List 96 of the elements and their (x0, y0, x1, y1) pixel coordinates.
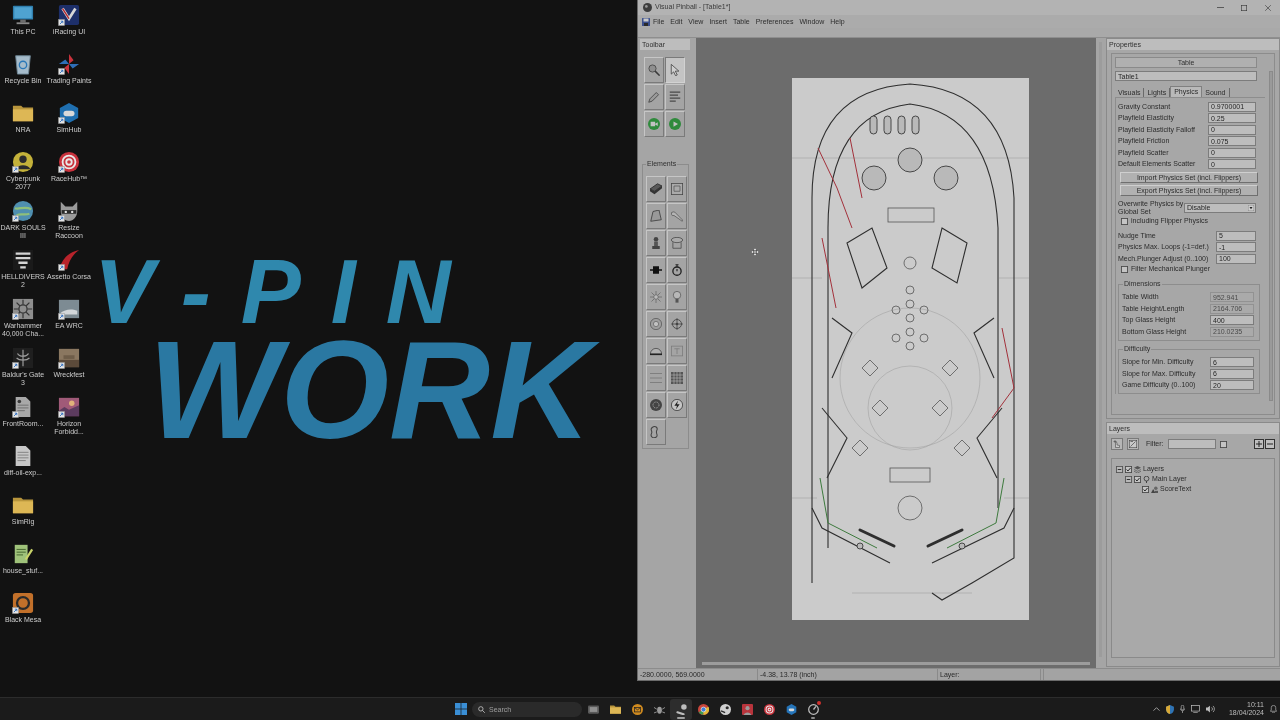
crossed-box-icon (1129, 440, 1137, 448)
monitor-icon[interactable] (12, 4, 34, 26)
pointer-arrow-button[interactable] (665, 57, 685, 83)
dome-button[interactable] (646, 338, 666, 364)
gamepad-hexagon-icon (785, 703, 797, 715)
ramp-button[interactable] (646, 203, 666, 229)
layer-checkbox[interactable] (1134, 475, 1141, 483)
close-icon (1265, 4, 1271, 11)
notepad-icon[interactable] (12, 543, 34, 565)
ring-icon (650, 318, 662, 330)
play-icon (669, 118, 681, 130)
app-logo-icon (643, 3, 652, 12)
crosshair-icon (671, 318, 683, 330)
microphone-icon[interactable] (1179, 705, 1185, 713)
bumper-icon (671, 237, 683, 249)
collapse-box-icon[interactable] (1125, 475, 1132, 483)
pointer-hand-button[interactable] (1111, 438, 1123, 450)
grid-icon (671, 372, 683, 384)
avatar-tile-icon (741, 703, 753, 715)
grid-button[interactable] (667, 365, 687, 391)
shapes-icon (1151, 485, 1158, 493)
minus-box-icon[interactable] (1265, 439, 1275, 449)
brick-icon (650, 183, 662, 195)
bulb-icon (1143, 475, 1150, 483)
plunger-icon (650, 237, 662, 249)
search-icon (478, 705, 485, 713)
starburst-icon (650, 291, 662, 303)
pencil-icon (648, 91, 660, 103)
bell-icon[interactable] (1270, 705, 1277, 713)
envelope-icon (631, 703, 643, 715)
magnifier-button[interactable] (644, 57, 664, 83)
frame-icon (671, 183, 683, 195)
filter-checkbox[interactable] (1219, 440, 1227, 448)
pointer-hand-icon (1113, 440, 1121, 448)
cursor-icon (751, 248, 759, 256)
taskbar-app-button[interactable] (670, 698, 692, 720)
layer-checkbox[interactable] (1142, 485, 1149, 493)
chevron-up-icon[interactable] (1152, 707, 1160, 711)
frame-button[interactable] (667, 176, 687, 202)
recycle-bin-icon[interactable] (12, 53, 34, 75)
plunger-button[interactable] (646, 230, 666, 256)
spinner-button[interactable] (646, 257, 666, 283)
spinner-icon (650, 264, 662, 276)
dome-icon (650, 345, 662, 357)
reel-lines-icon (650, 372, 662, 384)
wallpaper-logo-text: V-PIN (93, 253, 481, 331)
layers-stack-icon (1134, 465, 1141, 473)
play-button[interactable] (665, 111, 685, 137)
color-wheel-icon (697, 703, 709, 715)
gauge-icon (807, 703, 819, 715)
pinwheel-logo-icon[interactable] (58, 53, 80, 75)
ball-and-flipper-icon (675, 703, 687, 715)
emblem-icon[interactable] (12, 249, 34, 271)
camera-icon (648, 118, 660, 130)
start-icon[interactable] (455, 703, 467, 715)
folder-icon (609, 703, 621, 715)
patterned-disc-button[interactable] (646, 392, 666, 418)
rubber-band-button[interactable] (646, 419, 666, 445)
display-icon[interactable] (1190, 705, 1200, 713)
speaker-icon[interactable] (1205, 705, 1215, 713)
lightning-button[interactable] (667, 392, 687, 418)
editor-canvas[interactable] (696, 38, 1096, 668)
collapse-box-icon[interactable] (1116, 465, 1123, 473)
text-lines-icon (669, 91, 681, 103)
horizontal-scrollbar[interactable] (702, 662, 1090, 665)
stopwatch-icon (671, 264, 683, 276)
patterned-disc-icon (650, 399, 662, 411)
pencil-button[interactable] (644, 84, 664, 110)
stopwatch-button[interactable] (667, 257, 687, 283)
bumper-button[interactable] (667, 230, 687, 256)
minimize-icon (1216, 7, 1224, 8)
camera-button[interactable] (644, 111, 664, 137)
magnifier-icon (648, 64, 660, 76)
target-logo-icon (763, 703, 775, 715)
round-logo-icon (719, 703, 731, 715)
ramp-icon (650, 210, 662, 222)
brick-button[interactable] (646, 176, 666, 202)
flipper-physics-checkbox[interactable] (1121, 217, 1128, 225)
wallpaper-logo-text: WORK (148, 331, 618, 449)
text-lines-button[interactable] (665, 84, 685, 110)
lightning-icon (671, 399, 683, 411)
filter-field[interactable] (1167, 439, 1216, 449)
plunger-filter-checkbox[interactable] (1121, 266, 1128, 273)
window-stack-icon (587, 703, 599, 715)
plus-box-icon[interactable] (1254, 439, 1264, 449)
text-box-icon (671, 345, 683, 357)
bulb-icon (671, 291, 683, 303)
flipper-icon (671, 210, 683, 222)
dropdown-arrow-icon (1248, 204, 1254, 211)
layer-checkbox[interactable] (1125, 465, 1132, 473)
maximize-icon (1241, 4, 1247, 11)
shield-icon[interactable] (1165, 704, 1174, 714)
crosshair-button[interactable] (667, 311, 687, 337)
starburst-button[interactable] (646, 284, 666, 310)
pointer-arrow-icon (669, 64, 681, 76)
crossed-box-button[interactable] (1127, 438, 1139, 450)
